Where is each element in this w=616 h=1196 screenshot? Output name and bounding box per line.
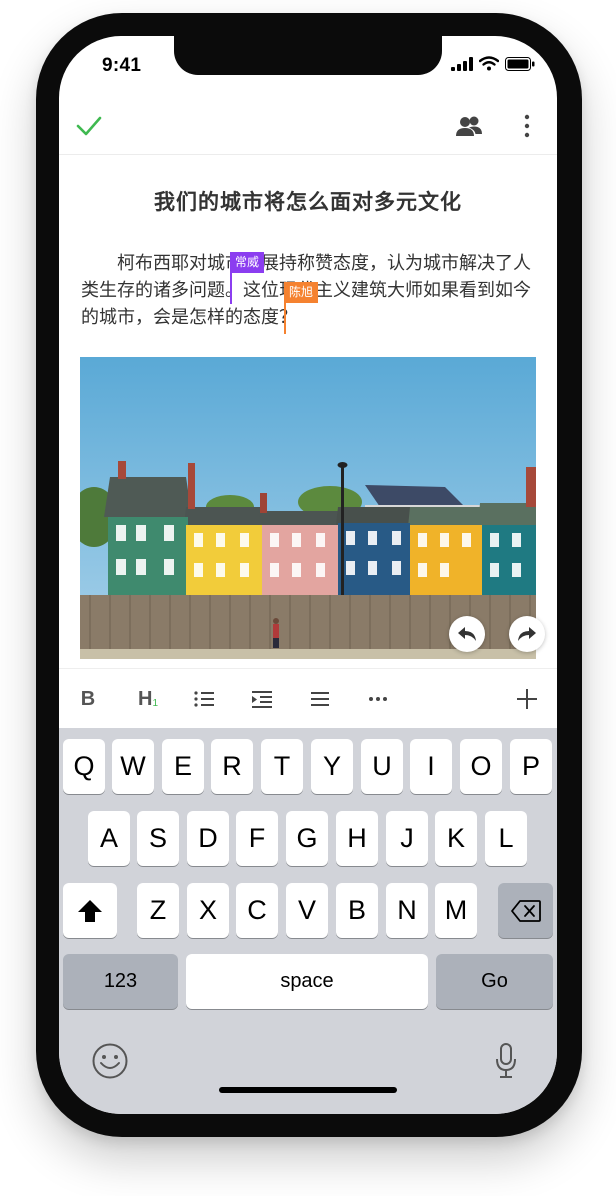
key-c[interactable]: C: [236, 883, 278, 938]
align-icon[interactable]: [309, 685, 331, 713]
key-y[interactable]: Y: [311, 739, 353, 794]
key-t[interactable]: T: [261, 739, 303, 794]
key-u[interactable]: U: [361, 739, 403, 794]
space-key[interactable]: space: [186, 954, 428, 1009]
plus-icon[interactable]: [515, 685, 539, 713]
collaborator-tag: 常威: [230, 252, 265, 273]
status-time: 9:41: [102, 55, 142, 76]
bold-button[interactable]: B: [77, 685, 99, 713]
emoji-icon[interactable]: [91, 1042, 129, 1080]
microphone-icon[interactable]: [495, 1042, 517, 1080]
collaborator-tag: 陈旭: [284, 282, 319, 303]
more-vertical-icon[interactable]: [517, 112, 537, 140]
document-title[interactable]: 我们的城市将怎么面对多元文化: [59, 186, 557, 216]
wifi-icon: [479, 56, 499, 71]
key-q[interactable]: Q: [63, 739, 105, 794]
key-r[interactable]: R: [211, 739, 253, 794]
delete-key[interactable]: [498, 883, 553, 938]
key-z[interactable]: Z: [137, 883, 179, 938]
key-v[interactable]: V: [286, 883, 328, 938]
top-bar: [59, 98, 557, 155]
key-i[interactable]: I: [410, 739, 452, 794]
document-image[interactable]: [80, 357, 536, 659]
indent-icon[interactable]: [251, 685, 273, 713]
heading-level: 1: [152, 697, 158, 709]
go-key[interactable]: Go: [436, 954, 553, 1009]
redo-button[interactable]: [509, 616, 545, 652]
app-screen: 9:41 我们的城市将怎么面对多元文化 柯布西耶对城市发展持称赞态度，认为城市解…: [59, 36, 557, 1114]
numbers-key[interactable]: 123: [63, 954, 178, 1009]
key-x[interactable]: X: [187, 883, 229, 938]
key-n[interactable]: N: [386, 883, 428, 938]
key-d[interactable]: D: [187, 811, 229, 866]
key-o[interactable]: O: [460, 739, 502, 794]
more-horizontal-icon[interactable]: [367, 685, 389, 713]
notch: [174, 36, 442, 75]
home-indicator: [219, 1087, 397, 1093]
heading-label: H: [137, 687, 153, 710]
key-w[interactable]: W: [112, 739, 154, 794]
key-k[interactable]: K: [435, 811, 477, 866]
signal-icon: [451, 56, 473, 71]
key-m[interactable]: M: [435, 883, 477, 938]
key-l[interactable]: L: [485, 811, 527, 866]
houses-photo: [80, 357, 536, 659]
battery-icon: [505, 56, 535, 71]
done-check-icon[interactable]: [75, 112, 103, 140]
status-icons: [451, 56, 535, 71]
backspace-icon: [510, 899, 541, 922]
undo-icon: [458, 627, 476, 641]
key-e[interactable]: E: [162, 739, 204, 794]
key-b[interactable]: B: [336, 883, 378, 938]
keyboard: Q W E R T Y U I O P A S D F G H J K L Z …: [59, 728, 557, 1114]
heading-button[interactable]: H1: [135, 685, 161, 713]
undo-button[interactable]: [449, 616, 485, 652]
key-h[interactable]: H: [336, 811, 378, 866]
bullet-list-icon[interactable]: [193, 685, 215, 713]
key-j[interactable]: J: [386, 811, 428, 866]
key-a[interactable]: A: [88, 811, 130, 866]
shift-icon: [78, 899, 102, 922]
shift-key[interactable]: [63, 883, 117, 938]
format-toolbar: B H1: [59, 668, 557, 729]
redo-icon: [518, 627, 536, 641]
collaborators-icon[interactable]: [455, 112, 483, 140]
key-f[interactable]: F: [236, 811, 278, 866]
key-s[interactable]: S: [137, 811, 179, 866]
key-p[interactable]: P: [510, 739, 552, 794]
key-g[interactable]: G: [286, 811, 328, 866]
